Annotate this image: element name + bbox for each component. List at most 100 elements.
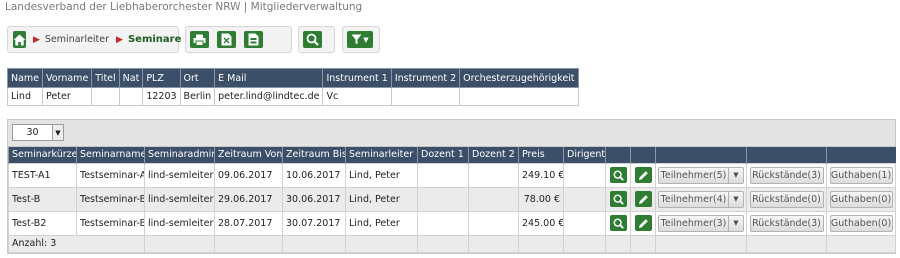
header-name: Name: [6, 68, 44, 88]
search-button-group: [298, 26, 335, 53]
filter-button[interactable]: ▼: [347, 31, 373, 48]
header-seminarleiter-1[interactable]: Seminarleiter 1: [345, 147, 418, 163]
guthaben-button[interactable]: Guthaben(1): [829, 166, 893, 184]
seminar-dirigent: [563, 186, 606, 212]
header-orchesterzugehoerigkeit: Orchesterzugehörigkeit: [459, 68, 579, 88]
seminar-admin: lind-semleiter: [144, 210, 215, 236]
header-dirigent[interactable]: Dirigent: [563, 147, 606, 163]
teilnehmer-button[interactable]: Teilnehmer(3): [658, 214, 728, 232]
header-vorname: Vorname: [42, 68, 93, 88]
page-size-value: 30: [26, 127, 39, 138]
rueckstaende-cell: Rückstände(3): [746, 210, 827, 236]
pencil-icon: [638, 218, 648, 228]
teilnehmer-dropdown-toggle[interactable]: ▼: [728, 190, 744, 208]
seminar-leiter: Lind, Peter: [345, 210, 418, 236]
breadcrumb-separator-icon: ▶: [116, 34, 123, 45]
teilnehmer-dropdown-toggle[interactable]: ▼: [728, 166, 744, 184]
guthaben-button[interactable]: Guthaben(0): [829, 214, 893, 232]
seminar-dirigent: [563, 162, 606, 188]
member-email: peter.lind@lindtec.de: [214, 87, 324, 106]
member-instrument-1: Vc: [322, 87, 392, 106]
seminar-zeitraum-von: 09.06.2017: [214, 162, 283, 188]
header-preis[interactable]: Preis: [518, 147, 564, 163]
excel-icon: [221, 33, 232, 46]
seminar-dozent-2: [468, 162, 519, 188]
breadcrumb-seminarleiter[interactable]: Seminarleiter: [45, 34, 109, 45]
member-plz: 12203: [142, 87, 181, 106]
header-rueckstaende: [746, 147, 827, 163]
pencil-icon: [638, 170, 648, 180]
seminar-row[interactable]: Test-B Testseminar-B lind-semleiter 29.0…: [8, 186, 896, 212]
teilnehmer-split-button: Teilnehmer(4) ▼: [658, 190, 744, 208]
header-email: E Mail: [214, 68, 324, 88]
view-details-button[interactable]: [609, 167, 627, 183]
filter-icon: [351, 34, 362, 45]
header-guthaben: [826, 147, 896, 163]
header-instrument-2: Instrument 2: [390, 68, 461, 88]
excel-export-button[interactable]: [217, 31, 236, 48]
member-orchesterzugehoerigkeit: [459, 87, 579, 106]
seminar-admin: lind-semleiter: [144, 162, 215, 188]
header-nat: Nat: [118, 68, 144, 88]
edit-cell: [630, 210, 656, 236]
header-dozent-1[interactable]: Dozent 1: [417, 147, 469, 163]
breadcrumb-separator-icon: ▶: [33, 34, 40, 45]
seminar-leiter: Lind, Peter: [345, 162, 418, 188]
member-vorname: Peter: [42, 87, 93, 106]
seminar-zeitraum-bis: 30.07.2017: [282, 210, 346, 236]
header-zeitraum-von[interactable]: Zeitraum Von: [214, 147, 283, 163]
teilnehmer-button[interactable]: Teilnehmer(5): [658, 166, 728, 184]
rueckstaende-button[interactable]: Rückstände(0): [749, 190, 824, 208]
magnifier-icon: [613, 218, 624, 229]
record-count: Anzahl: 3: [8, 234, 145, 253]
edit-button[interactable]: [634, 215, 652, 231]
header-seminarkuerzel[interactable]: Seminarkürzel▲: [8, 147, 77, 163]
seminar-row[interactable]: TEST-A1 Testseminar-A1 lind-semleiter 09…: [8, 162, 896, 188]
seminar-leiter: Lind, Peter: [345, 186, 418, 212]
seminar-name: Testseminar-B: [76, 186, 145, 212]
edit-button[interactable]: [634, 167, 652, 183]
seminar-preis: 245.00 €: [518, 210, 564, 236]
header-seminaradmin[interactable]: Seminaradmin▲: [144, 147, 215, 163]
view-details-button[interactable]: [609, 215, 627, 231]
member-titel: [91, 87, 120, 106]
guthaben-cell: Guthaben(1): [826, 162, 896, 188]
teilnehmer-cell: Teilnehmer(4) ▼: [655, 186, 747, 212]
search-button[interactable]: [303, 31, 322, 48]
print-button[interactable]: [190, 31, 209, 48]
seminar-header-row: Seminarkürzel▲ Seminarname Seminaradmin▲…: [8, 147, 896, 163]
seminar-footer-row: Anzahl: 3: [8, 234, 896, 253]
seminar-dozent-1: [417, 186, 469, 212]
guthaben-button[interactable]: Guthaben(0): [829, 190, 893, 208]
header-ort: Ort: [179, 68, 216, 88]
edit-button[interactable]: [634, 191, 652, 207]
guthaben-cell: Guthaben(0): [826, 210, 896, 236]
seminar-row[interactable]: Test-B2 Testseminar-B2 lind-semleiter 28…: [8, 210, 896, 236]
seminar-preis: 249.10 €: [518, 162, 564, 188]
teilnehmer-dropdown-toggle[interactable]: ▼: [728, 214, 744, 232]
seminar-zeitraum-von: 29.06.2017: [214, 186, 283, 212]
header-seminarname[interactable]: Seminarname: [76, 147, 145, 163]
teilnehmer-split-button: Teilnehmer(5) ▼: [658, 166, 744, 184]
member-instrument-2: [390, 87, 461, 106]
seminar-kuerzel: Test-B2: [8, 210, 77, 236]
header-dozent-2[interactable]: Dozent 2: [468, 147, 519, 163]
home-icon[interactable]: [13, 31, 26, 48]
seminar-dozent-1: [417, 162, 469, 188]
seminar-preis: 78.00 €: [518, 186, 564, 212]
page-size-select[interactable]: 30 ▼: [12, 124, 64, 141]
edit-cell: [630, 162, 656, 188]
header-zeitraum-bis[interactable]: Zeitraum Bis: [282, 147, 346, 163]
teilnehmer-cell: Teilnehmer(5) ▼: [655, 162, 747, 188]
rueckstaende-button[interactable]: Rückstände(3): [749, 166, 824, 184]
member-header-row: Name Vorname Titel Nat PLZ Ort E Mail In…: [6, 68, 579, 88]
csv-export-button[interactable]: [244, 31, 263, 48]
view-cell: [605, 210, 631, 236]
teilnehmer-button[interactable]: Teilnehmer(4): [658, 190, 728, 208]
header-plz: PLZ: [142, 68, 181, 88]
view-details-button[interactable]: [609, 191, 627, 207]
teilnehmer-cell: Teilnehmer(3) ▼: [655, 210, 747, 236]
chevron-down-icon: ▼: [52, 125, 63, 140]
rueckstaende-button[interactable]: Rückstände(3): [749, 214, 824, 232]
header-view: [605, 147, 631, 163]
